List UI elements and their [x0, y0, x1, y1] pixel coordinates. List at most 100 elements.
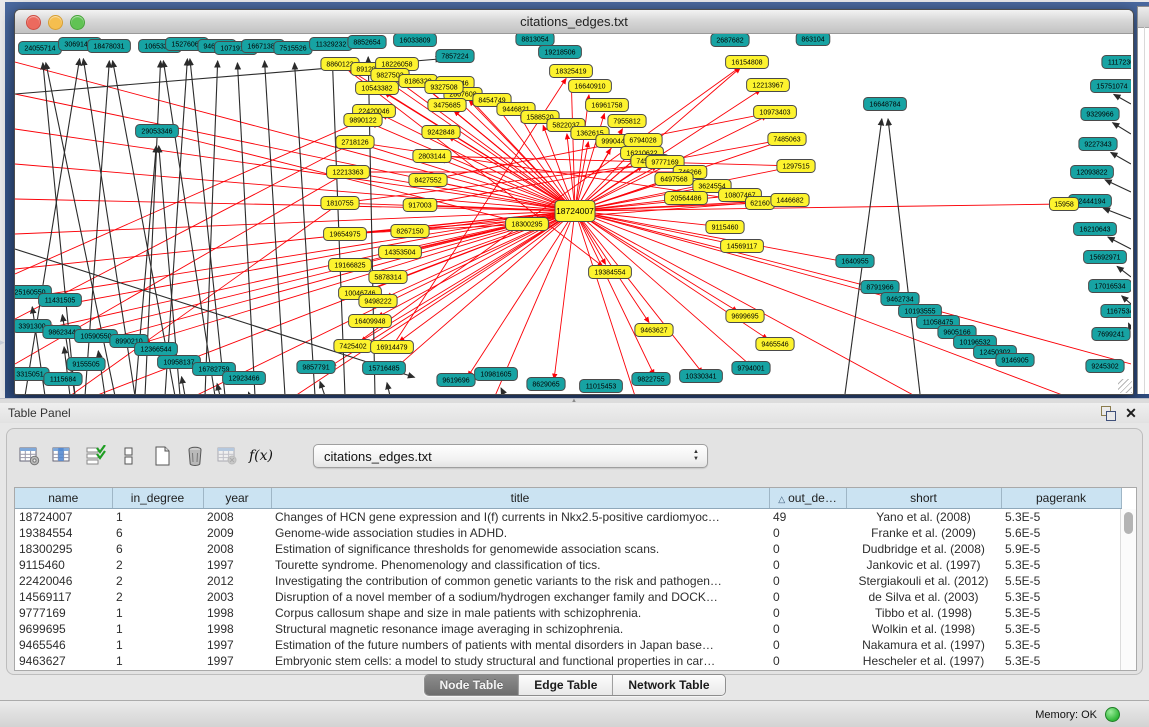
selected-node[interactable]: 1297515: [777, 160, 815, 173]
graph-edge[interactable]: [46, 211, 575, 295]
network-window-titlebar[interactable]: citations_edges.txt: [15, 10, 1133, 34]
graph-edge[interactable]: [1111, 152, 1131, 164]
selected-node[interactable]: 5878314: [369, 271, 407, 284]
graph-node[interactable]: 1167534: [1101, 305, 1131, 318]
selected-node[interactable]: 6794028: [624, 134, 662, 147]
table-row[interactable]: 946362711997Embryonic stem cells: a mode…: [15, 653, 1121, 669]
table-row[interactable]: 1872400712008Changes of HCN gene express…: [15, 509, 1121, 526]
table-row[interactable]: 1456911722003Disruption of a novel membe…: [15, 589, 1121, 605]
table-row[interactable]: 946554611997Estimation of the future num…: [15, 637, 1121, 653]
selected-node[interactable]: 19166825: [329, 259, 372, 272]
graph-node[interactable]: 11431505: [39, 294, 82, 307]
graph-node[interactable]: 9155505: [67, 358, 105, 371]
graph-node[interactable]: 1117230: [1102, 56, 1131, 69]
tab-node-table[interactable]: Node Table: [424, 675, 518, 695]
column-header-short[interactable]: short: [846, 488, 1001, 509]
selected-node[interactable]: 9242848: [422, 126, 460, 139]
tab-edge-table[interactable]: Edge Table: [518, 675, 612, 695]
graph-edge[interactable]: [320, 382, 325, 394]
graph-node[interactable]: 9329966: [1081, 108, 1119, 121]
column-header-pagerank[interactable]: pagerank: [1001, 488, 1121, 509]
graph-node[interactable]: 2687682: [711, 34, 749, 47]
column-header-in_degree[interactable]: in_degree: [112, 488, 203, 509]
window-resize-grip[interactable]: [1118, 379, 1132, 393]
selected-node[interactable]: 16154808: [726, 56, 769, 69]
graph-edge[interactable]: [217, 384, 220, 394]
graph-node[interactable]: 9146905: [996, 354, 1034, 367]
graph-edge[interactable]: [205, 61, 218, 394]
graph-edge[interactable]: [248, 392, 250, 394]
hub-node[interactable]: 18724007: [555, 201, 595, 222]
graph-node[interactable]: 12366544: [135, 343, 178, 356]
column-header-title[interactable]: title: [271, 488, 769, 509]
selected-node[interactable]: 16914479: [371, 341, 414, 354]
table-row[interactable]: 911546021997Tourette syndrome. Phenomeno…: [15, 557, 1121, 573]
graph-edge[interactable]: [1103, 208, 1131, 219]
table-settings-button[interactable]: [17, 443, 43, 469]
selected-node[interactable]: 18300295: [506, 218, 549, 231]
selected-node[interactable]: 16409948: [349, 315, 392, 328]
selected-node[interactable]: 12213967: [747, 79, 790, 92]
graph-edge[interactable]: [387, 383, 390, 394]
graph-edge[interactable]: [575, 211, 751, 366]
graph-node[interactable]: 7515526: [274, 42, 312, 55]
graph-node[interactable]: 10981605: [475, 368, 518, 381]
table-row[interactable]: 977716911998Corpus callosum shape and si…: [15, 605, 1121, 621]
graph-edge[interactable]: [237, 63, 255, 394]
graph-edge[interactable]: [43, 63, 75, 394]
graph-edge[interactable]: [15, 62, 575, 211]
selected-node[interactable]: 9465546: [756, 338, 794, 351]
network-canvas[interactable]: 1872400724055714306914061847803110653257…: [15, 34, 1133, 394]
graph-node[interactable]: 7699241: [1092, 328, 1130, 341]
graph-node[interactable]: 9857791: [297, 361, 335, 374]
selected-node[interactable]: 10973403: [754, 106, 797, 119]
graph-node[interactable]: 1640955: [836, 255, 874, 268]
graph-node[interactable]: 9822755: [632, 373, 670, 386]
selected-node[interactable]: 62160: [746, 197, 775, 210]
graph-edge[interactable]: [265, 61, 285, 394]
selected-node[interactable]: 9115460: [706, 221, 744, 234]
table-row[interactable]: 1938455462009Genome-wide association stu…: [15, 525, 1121, 541]
selected-node[interactable]: 7955812: [608, 115, 646, 128]
graph-node[interactable]: 8629065: [527, 378, 565, 391]
selected-node[interactable]: 8427552: [409, 174, 447, 187]
graph-node[interactable]: 15692971: [1084, 251, 1127, 264]
selected-node[interactable]: 6497568: [655, 173, 693, 186]
graph-edge[interactable]: [1122, 296, 1131, 304]
selected-node[interactable]: 12213363: [327, 166, 370, 179]
graph-node[interactable]: 24055714: [19, 42, 62, 55]
selected-node[interactable]: 9327508: [425, 81, 463, 94]
graph-edge[interactable]: [135, 146, 156, 394]
column-header-name[interactable]: name: [15, 488, 112, 509]
selected-node[interactable]: 917003: [403, 199, 437, 212]
selected-node[interactable]: 20564486: [665, 192, 708, 205]
selected-node[interactable]: 2718126: [336, 136, 374, 149]
graph-edge[interactable]: [575, 211, 1131, 364]
select-all-rows-button[interactable]: [83, 443, 109, 469]
row-options-button[interactable]: [116, 443, 142, 469]
close-panel-icon[interactable]: ✕: [1123, 404, 1139, 422]
graph-node[interactable]: 9227343: [1079, 138, 1117, 151]
delete-table-button[interactable]: [182, 443, 208, 469]
graph-node[interactable]: 16210643: [1074, 223, 1117, 236]
selected-node[interactable]: 7425402: [334, 340, 372, 353]
graph-edge[interactable]: [1108, 237, 1131, 249]
selected-node[interactable]: 9498222: [359, 295, 397, 308]
selected-node[interactable]: 19654975: [324, 228, 367, 241]
graph-node[interactable]: 12923466: [223, 372, 266, 385]
graph-node[interactable]: 17016534: [1089, 280, 1131, 293]
table-row[interactable]: 1830029562008Estimation of significance …: [15, 541, 1121, 557]
graph-edge[interactable]: [1113, 123, 1131, 134]
graph-edge[interactable]: [1105, 180, 1131, 192]
table-scrollbar-thumb[interactable]: [1124, 512, 1133, 534]
graph-edge[interactable]: [182, 377, 185, 394]
graph-node[interactable]: 16033809: [394, 34, 437, 47]
selected-node[interactable]: 7485063: [768, 133, 806, 146]
graph-node[interactable]: 9619696: [437, 374, 475, 387]
selected-node[interactable]: 9890122: [344, 114, 382, 127]
selected-node[interactable]: 18325419: [550, 65, 593, 78]
tab-network-table[interactable]: Network Table: [612, 675, 724, 695]
graph-node[interactable]: 8791966: [861, 281, 899, 294]
table-scrollbar[interactable]: [1120, 509, 1136, 670]
graph-node[interactable]: 11329232: [310, 38, 353, 51]
